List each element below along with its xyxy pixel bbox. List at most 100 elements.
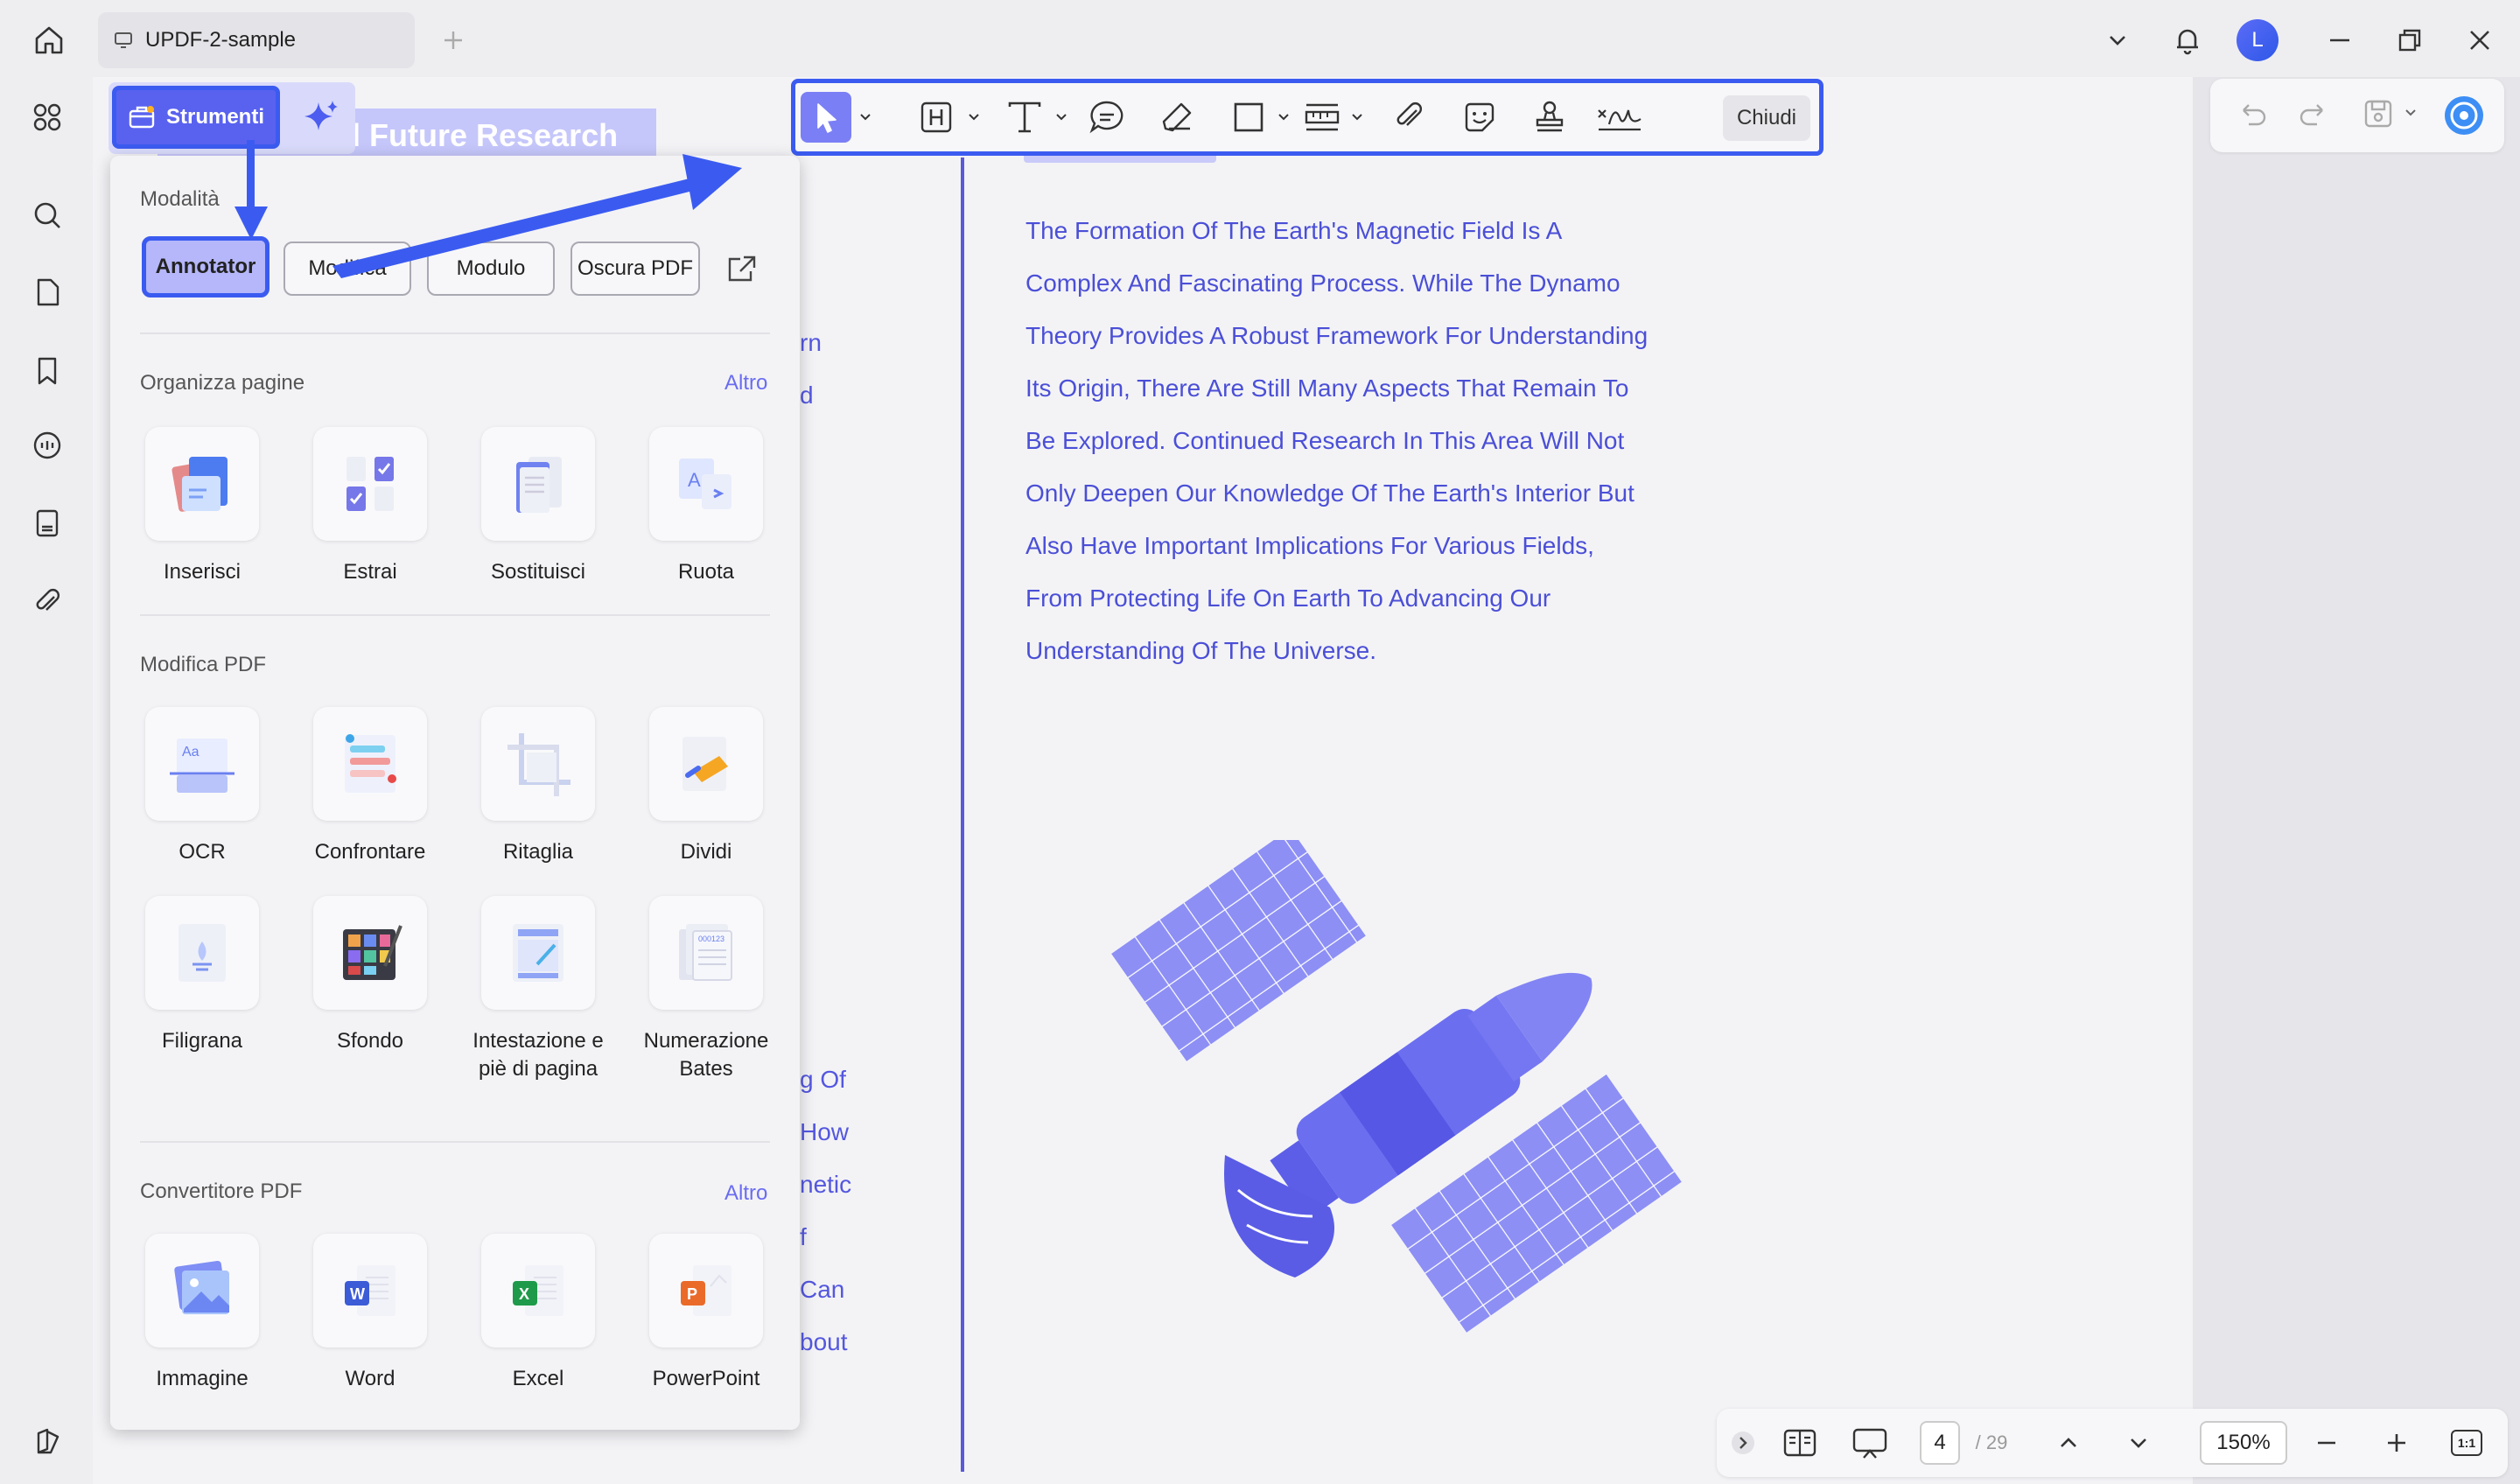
chevron-down-icon[interactable] [1275, 92, 1292, 143]
sparkle-icon[interactable] [292, 91, 350, 144]
attach-icon[interactable] [1387, 92, 1432, 143]
tool-watermark[interactable]: Filigrana [145, 896, 259, 1055]
bookmark-icon[interactable] [23, 346, 72, 396]
page-text-fragment: bout [800, 1328, 848, 1355]
comments-icon[interactable] [23, 422, 72, 471]
page-text-fragment: How [800, 1118, 850, 1145]
svg-text:Aa: Aa [182, 745, 200, 760]
document-tab-title: UPDF-2-sample [145, 28, 297, 52]
measure-icon[interactable] [1299, 92, 1345, 143]
paragraph-line: From Protecting Life On Earth To Advanci… [1026, 584, 1551, 612]
mode-form-button[interactable]: Modulo [427, 242, 555, 296]
page-number-input[interactable]: 4 [1920, 1421, 1960, 1465]
close-icon[interactable] [2454, 16, 2506, 65]
annotation-toolbar: Chiudi [791, 79, 1824, 156]
tool-label: Word [345, 1367, 396, 1390]
new-tab-icon[interactable] [432, 19, 474, 61]
tool-label: Intestazione e piè di pagina [472, 1029, 604, 1081]
comment-icon[interactable] [1084, 92, 1130, 143]
next-page-icon[interactable] [2121, 1421, 2156, 1465]
apps-icon[interactable] [23, 93, 72, 142]
tool-insert[interactable]: Inserisci [145, 427, 259, 586]
tool-word[interactable]: W Word [313, 1234, 427, 1393]
tool-extract[interactable]: Estrai [313, 427, 427, 586]
mode-redact-button[interactable]: Oscura PDF [570, 242, 700, 296]
highlight-icon[interactable] [914, 92, 958, 143]
tools-button[interactable]: Strumenti [112, 86, 280, 149]
tool-rotate[interactable]: A Ruota [649, 427, 763, 586]
avatar[interactable]: L [2236, 19, 2278, 61]
paragraph-line: Be Explored. Continued Research In This … [1026, 427, 1625, 454]
tools-button-label: Strumenti [165, 105, 264, 129]
close-toolbar-button[interactable]: Chiudi [1723, 95, 1810, 141]
zoom-in-icon[interactable] [2375, 1421, 2418, 1465]
svg-text:000123: 000123 [698, 934, 724, 943]
organize-title: Organizza pagine [140, 371, 305, 395]
rectangle-icon[interactable] [1226, 92, 1271, 143]
home-icon[interactable] [24, 18, 74, 63]
external-link-icon[interactable] [724, 252, 760, 287]
select-tool[interactable] [801, 92, 851, 143]
text-icon[interactable] [1002, 92, 1047, 143]
actual-size-button[interactable]: 1:1 [2445, 1421, 2488, 1465]
sticker-icon[interactable] [1457, 92, 1502, 143]
edit-pdf-title: Modifica PDF [140, 653, 267, 676]
tool-label: Ruota [677, 560, 735, 584]
tool-label: Sfondo [336, 1029, 404, 1053]
chevron-down-icon[interactable] [2091, 16, 2144, 65]
chevron-down-icon[interactable] [857, 92, 874, 143]
split-icon [649, 707, 763, 821]
page-icon[interactable] [23, 268, 72, 317]
page-total: / 29 [1975, 1432, 2008, 1453]
restore-icon[interactable] [2384, 16, 2436, 65]
compare-icon [313, 707, 427, 821]
tool-label: Dividi [680, 840, 732, 864]
form-icon[interactable] [23, 499, 72, 548]
page-edge [961, 158, 964, 1472]
tool-header-footer[interactable]: Intestazione e piè di pagina [472, 896, 604, 1083]
previous-page-icon[interactable] [2051, 1421, 2086, 1465]
tool-image[interactable]: Immagine [145, 1234, 259, 1393]
bell-icon[interactable] [2161, 16, 2214, 65]
canvas-gutter [2193, 77, 2520, 1484]
undo-icon[interactable] [2235, 96, 2270, 131]
minimize-icon[interactable] [2314, 16, 2366, 65]
chevron-down-icon[interactable] [1053, 92, 1070, 143]
mode-edit-button[interactable]: Modifica [284, 242, 411, 296]
tool-label: Sostituisci [490, 560, 586, 584]
paragraph-line: Its Origin, There Are Still Many Aspects… [1026, 374, 1629, 402]
attachment-icon[interactable] [23, 578, 72, 626]
zoom-out-icon[interactable] [2305, 1421, 2348, 1465]
tool-powerpoint[interactable]: P PowerPoint [649, 1234, 763, 1393]
chevron-down-icon[interactable] [2404, 107, 2418, 121]
svg-text:W: W [350, 1285, 365, 1303]
redo-icon[interactable] [2296, 96, 2331, 131]
search-icon[interactable] [23, 191, 72, 240]
organize-more-link[interactable]: Altro [724, 371, 767, 396]
ai-assistant-icon[interactable] [2443, 94, 2485, 136]
tool-split[interactable]: Dividi [649, 707, 763, 866]
page-layout-icon[interactable] [1778, 1421, 1822, 1465]
tool-replace[interactable]: Sostituisci [481, 427, 595, 586]
stamp-icon[interactable] [1527, 92, 1572, 143]
pencil-icon[interactable] [1154, 92, 1200, 143]
tool-crop[interactable]: Ritaglia [481, 707, 595, 866]
tool-bates[interactable]: 000123 Numerazione Bates [644, 896, 768, 1083]
tool-compare[interactable]: Confrontare [313, 707, 427, 866]
tool-background[interactable]: Sfondo [313, 896, 427, 1055]
tool-excel[interactable]: X Excel [481, 1234, 595, 1393]
mode-annotator-button[interactable]: Annotator [142, 236, 270, 298]
signature-icon[interactable] [1593, 92, 1646, 143]
document-tab[interactable]: UPDF-2-sample [98, 12, 415, 68]
tool-ocr[interactable]: Aa OCR [145, 707, 259, 866]
zoom-level[interactable]: 150% [2200, 1421, 2287, 1465]
chevron-down-icon[interactable] [1348, 92, 1366, 143]
chevron-down-icon[interactable] [965, 92, 983, 143]
svg-text:P: P [687, 1285, 697, 1303]
converter-more-link[interactable]: Altro [724, 1181, 767, 1206]
presentation-icon[interactable] [1848, 1421, 1892, 1465]
expand-icon[interactable] [1726, 1421, 1760, 1465]
paragraph-line: Only Deepen Our Knowledge Of The Earth's… [1026, 480, 1634, 507]
theme-icon[interactable] [23, 1418, 72, 1466]
save-icon[interactable] [2361, 96, 2396, 131]
